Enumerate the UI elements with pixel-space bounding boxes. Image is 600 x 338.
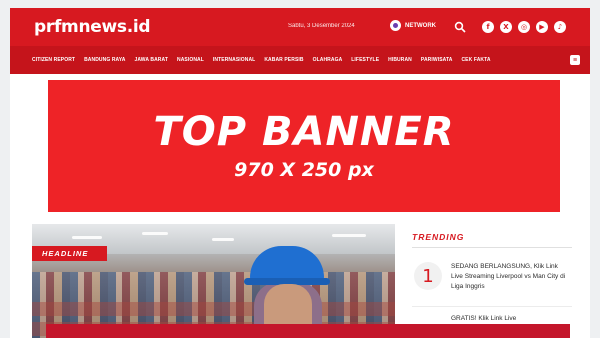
trending-item-link[interactable]: GRATIS! Klik Link Live (451, 314, 569, 324)
nav-item-internasional[interactable]: INTERNASIONAL (213, 57, 255, 63)
nav-item-citizen-report[interactable]: CITIZEN REPORT (32, 57, 75, 63)
nav-item-hiburan[interactable]: HIBURAN (388, 57, 412, 63)
nav-item-pariwisata[interactable]: PARIWISATA (421, 57, 453, 63)
photo-row (32, 302, 395, 316)
nav-item-olahraga[interactable]: OLAHRAGA (313, 57, 343, 63)
top-banner-ad[interactable]: TOP BANNER 970 X 250 px (48, 80, 560, 212)
headline-image[interactable] (32, 224, 395, 338)
tiktok-icon[interactable]: ♪ (554, 21, 566, 33)
x-icon[interactable]: X (500, 21, 512, 33)
photo-light (72, 236, 102, 239)
menu-more-icon[interactable]: ≡ (570, 55, 580, 65)
nav-item-cek-fakta[interactable]: CEK FAKTA (461, 57, 490, 63)
trending-item-link[interactable]: SEDANG BERLANGSUNG, Klik Link Live Strea… (451, 262, 569, 292)
nav-item-kabar-persib[interactable]: KABAR PERSIB (264, 57, 303, 63)
search-icon[interactable] (454, 21, 466, 33)
banner-title: TOP BANNER (153, 109, 455, 155)
network-menu[interactable]: NETWORK (390, 20, 436, 31)
network-icon (390, 20, 401, 31)
page-frame: prfmnews.id Sabtu, 3 Desember 2024 NETWO… (10, 8, 590, 338)
nav-item-lifestyle[interactable]: LIFESTYLE (351, 57, 379, 63)
sticky-bottom-ad[interactable] (46, 324, 570, 338)
facebook-icon[interactable]: f (482, 21, 494, 33)
nav-item-nasional[interactable]: NASIONAL (177, 57, 204, 63)
current-date: Sabtu, 3 Desember 2024 (288, 23, 355, 29)
trending-divider (412, 247, 572, 248)
site-logo[interactable]: prfmnews.id (34, 17, 151, 37)
trending-heading: TRENDING (412, 232, 465, 242)
instagram-icon[interactable]: ◎ (518, 21, 530, 33)
headline-badge: HEADLINE (32, 246, 107, 261)
network-label: NETWORK (405, 22, 436, 29)
trending-rank: 1 (414, 262, 442, 290)
nav-item-bandung-raya[interactable]: BANDUNG RAYA (84, 57, 125, 63)
youtube-icon[interactable]: ▶ (536, 21, 548, 33)
photo-light (142, 232, 168, 235)
top-header: prfmnews.id Sabtu, 3 Desember 2024 NETWO… (10, 8, 590, 46)
photo-light (332, 234, 366, 237)
photo-light (212, 238, 234, 241)
banner-size: 970 X 250 px (234, 159, 374, 181)
nav-item-jawa-barat[interactable]: JAWA BARAT (134, 57, 168, 63)
trending-item-divider (412, 306, 572, 307)
main-nav: CITIZEN REPORT BANDUNG RAYA JAWA BARAT N… (10, 46, 590, 74)
